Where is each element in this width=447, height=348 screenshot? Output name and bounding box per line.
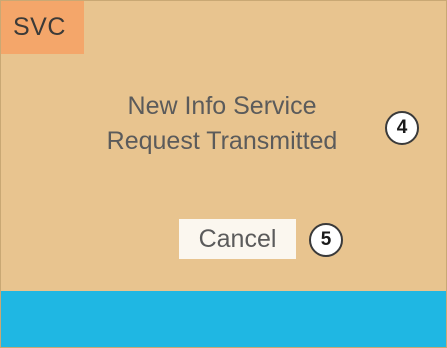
status-message: New Info Service Request Transmitted xyxy=(61,89,383,159)
status-message-line-2: Request Transmitted xyxy=(106,127,338,155)
service-screen: SVC New Info Service Request Transmitted… xyxy=(0,0,447,348)
status-message-line-1: New Info Service xyxy=(127,92,317,120)
bottom-bar xyxy=(1,291,446,347)
cancel-button[interactable]: Cancel xyxy=(179,219,296,259)
svc-tag: SVC xyxy=(1,1,84,54)
callout-5-badge: 5 xyxy=(309,223,343,257)
callout-4-badge: 4 xyxy=(385,111,419,145)
